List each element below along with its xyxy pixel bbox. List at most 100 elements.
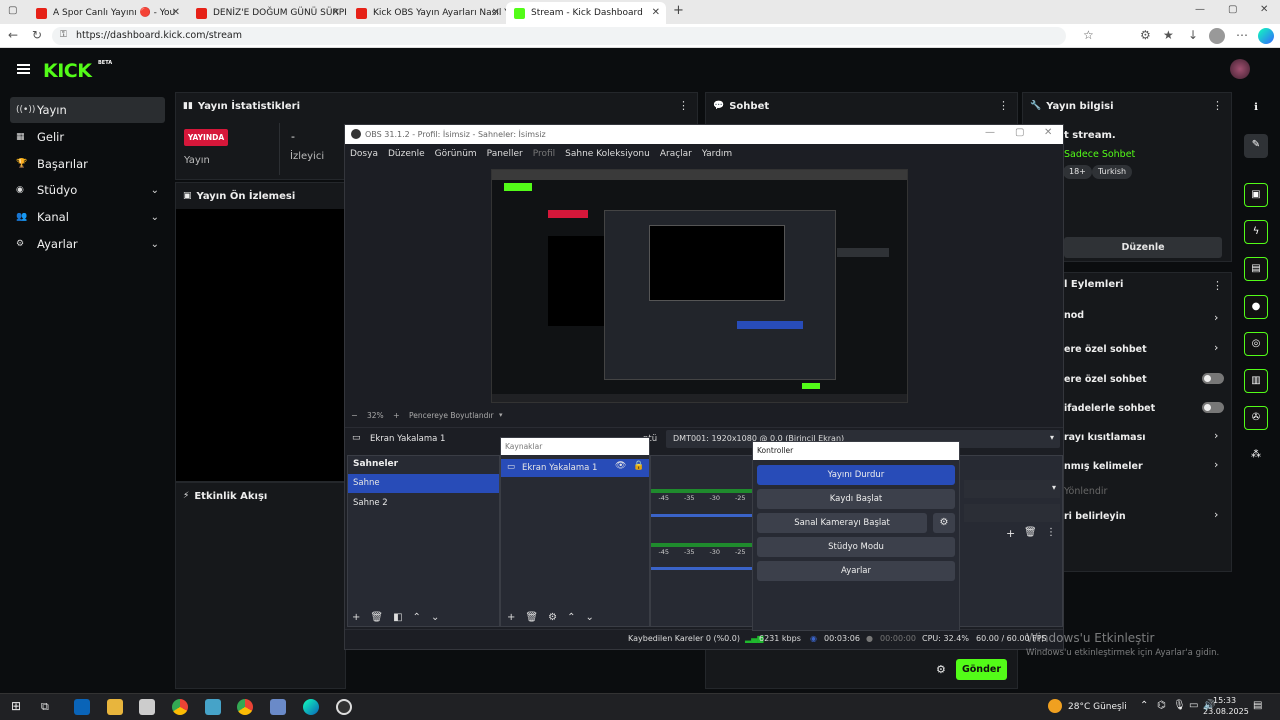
kick-logo[interactable]: KICK bbox=[43, 60, 92, 82]
start-recording-button[interactable]: Kaydı Başlat bbox=[757, 489, 955, 509]
action-label[interactable]: ri belirleyin bbox=[1064, 511, 1126, 522]
favorite-icon[interactable]: ☆ bbox=[1083, 28, 1094, 42]
gear-icon[interactable]: ⚙ bbox=[933, 513, 955, 533]
menu-sahne-koleksiyonu[interactable]: Sahne Koleksiyonu bbox=[565, 149, 650, 159]
nav-item-studyo[interactable]: ◉ Stüdyo ⌄ bbox=[10, 177, 165, 203]
volume-slider[interactable] bbox=[651, 567, 753, 570]
duration-input[interactable] bbox=[964, 504, 1060, 522]
action-label[interactable]: nod bbox=[1064, 310, 1084, 321]
minimize-icon[interactable]: — bbox=[1195, 4, 1205, 15]
chevron-right-icon[interactable]: › bbox=[1214, 341, 1218, 354]
trash-icon[interactable]: 🗑 bbox=[1024, 527, 1037, 538]
chevron-right-icon[interactable]: › bbox=[1214, 429, 1218, 442]
arrow-up-icon[interactable]: ⌃ bbox=[413, 612, 421, 623]
network-icon[interactable]: ⌬ bbox=[1157, 700, 1166, 711]
chrome-icon[interactable] bbox=[172, 699, 188, 715]
close-icon[interactable]: ✕ bbox=[1044, 127, 1052, 138]
broadcast-icon[interactable]: ◎ bbox=[1244, 332, 1268, 356]
scene-item-active[interactable]: Sahne bbox=[348, 474, 499, 493]
close-icon[interactable]: ✕ bbox=[492, 7, 500, 18]
menu-icon[interactable] bbox=[17, 64, 30, 74]
more-vertical-icon[interactable]: ⋮ bbox=[998, 99, 1009, 112]
action-label[interactable]: rayı kısıtlaması bbox=[1064, 432, 1145, 443]
more-vertical-icon[interactable]: ⋮ bbox=[678, 99, 689, 112]
close-icon[interactable]: ✕ bbox=[332, 7, 340, 18]
chevron-down-icon[interactable]: ▾ bbox=[499, 411, 503, 419]
favorites-bar-icon[interactable]: ★ bbox=[1163, 28, 1174, 42]
send-button[interactable]: Gönder bbox=[956, 659, 1007, 680]
file-explorer-icon[interactable] bbox=[107, 699, 123, 715]
bolt-icon[interactable]: ϟ bbox=[1244, 220, 1268, 244]
store-icon[interactable] bbox=[139, 699, 155, 715]
new-tab-icon[interactable]: + bbox=[673, 3, 684, 18]
eye-icon[interactable]: 👁 bbox=[615, 461, 626, 471]
chrome-icon[interactable] bbox=[237, 699, 253, 715]
menu-profil[interactable]: Profil bbox=[533, 149, 555, 159]
start-icon[interactable]: ⊞ bbox=[11, 699, 21, 713]
lock-icon[interactable]: 🔒 bbox=[633, 461, 644, 471]
fit-to-window[interactable]: Pencereye Boyutlandır bbox=[409, 411, 494, 420]
chat-settings-icon[interactable]: ⚙ bbox=[936, 663, 946, 676]
edit-button[interactable]: Düzenle bbox=[1064, 237, 1222, 258]
chevron-right-icon[interactable]: › bbox=[1214, 311, 1218, 324]
nav-item-gelir[interactable]: ▦ Gelir bbox=[10, 124, 165, 150]
stop-streaming-button[interactable]: Yayını Durdur bbox=[757, 465, 955, 485]
tab-4-active[interactable]: Stream - Kick Dashboard ✕ bbox=[506, 2, 666, 24]
menu-yardim[interactable]: Yardım bbox=[702, 149, 732, 159]
zoom-out-icon[interactable]: − bbox=[351, 411, 358, 420]
chevron-right-icon[interactable]: › bbox=[1214, 508, 1218, 521]
avatar[interactable] bbox=[1230, 59, 1250, 79]
menu-paneller[interactable]: Paneller bbox=[487, 149, 523, 159]
obs-preview-canvas[interactable] bbox=[491, 169, 908, 403]
more-vertical-icon[interactable]: ⋮ bbox=[1046, 527, 1056, 538]
more-icon[interactable]: ⋯ bbox=[1236, 28, 1248, 42]
transition-select[interactable]: ▾ bbox=[964, 480, 1060, 498]
gear-icon[interactable]: ⚙ bbox=[548, 612, 557, 623]
back-icon[interactable]: ← bbox=[8, 28, 18, 42]
add-icon[interactable]: + bbox=[1006, 527, 1015, 540]
action-label[interactable]: ere özel sohbet bbox=[1064, 344, 1147, 355]
downloads-icon[interactable]: ↓ bbox=[1188, 28, 1198, 42]
maximize-icon[interactable]: ▢ bbox=[1228, 4, 1237, 15]
nav-item-ayarlar[interactable]: ⚙ Ayarlar ⌄ bbox=[10, 231, 165, 257]
tab-1[interactable]: A Spor Canlı Yayını 🔴 - You ✕ bbox=[28, 2, 186, 24]
clock-time[interactable]: 15:33 bbox=[1213, 696, 1236, 705]
chevron-up-icon[interactable]: ⌃ bbox=[1140, 700, 1148, 711]
toggle-switch[interactable] bbox=[1202, 402, 1224, 413]
more-vertical-icon[interactable]: ⋮ bbox=[1212, 99, 1223, 112]
extensions-icon[interactable]: ⚙ bbox=[1140, 28, 1151, 42]
toggle-switch[interactable] bbox=[1202, 373, 1224, 384]
obs-icon[interactable] bbox=[336, 699, 352, 715]
arrow-down-icon[interactable]: ⌄ bbox=[585, 612, 593, 623]
outlook-icon[interactable] bbox=[74, 699, 90, 715]
apps-icon[interactable]: ⁂ bbox=[1244, 444, 1268, 468]
nav-item-kanal[interactable]: 👥 Kanal ⌄ bbox=[10, 204, 165, 230]
weather-text[interactable]: 28°C Güneşli bbox=[1068, 702, 1127, 712]
arrow-up-icon[interactable]: ⌃ bbox=[567, 612, 575, 623]
tab-actions-icon[interactable]: ▢ bbox=[8, 5, 17, 16]
scene-item[interactable]: Sahne 2 bbox=[348, 494, 499, 513]
arrow-down-icon[interactable]: ⌄ bbox=[431, 612, 439, 623]
preview-video[interactable] bbox=[176, 209, 345, 481]
trash-icon[interactable]: 🗑 bbox=[525, 612, 538, 623]
maximize-icon[interactable]: ▢ bbox=[1015, 127, 1024, 138]
add-icon[interactable]: + bbox=[352, 612, 360, 623]
document-icon[interactable]: ▤ bbox=[1244, 257, 1268, 281]
notification-icon[interactable]: ▤ bbox=[1253, 700, 1262, 711]
minimize-icon[interactable]: — bbox=[985, 127, 995, 138]
display-icon[interactable]: ▭ bbox=[1189, 700, 1198, 711]
filter-icon[interactable]: ◧ bbox=[393, 612, 402, 623]
studio-mode-button[interactable]: Stüdyo Modu bbox=[757, 537, 955, 557]
chevron-right-icon[interactable]: › bbox=[1214, 458, 1218, 471]
nav-item-basarilar[interactable]: 🏆 Başarılar bbox=[10, 151, 165, 177]
nav-item-yayin[interactable]: ((•)) Yayın bbox=[10, 97, 165, 123]
site-info-icon[interactable]: ⚿ bbox=[60, 30, 67, 40]
tab-3[interactable]: Kick OBS Yayın Ayarları Nasıl Yapı ✕ bbox=[348, 2, 506, 24]
menu-duzenle[interactable]: Düzenle bbox=[388, 149, 425, 159]
zoom-in-icon[interactable]: + bbox=[393, 411, 400, 420]
tab-2[interactable]: DENİZ'E DOĞUM GÜNÜ SÜRPRİZİ ✕ bbox=[188, 2, 346, 24]
refresh-icon[interactable]: ↻ bbox=[32, 28, 42, 42]
add-icon[interactable]: + bbox=[507, 612, 515, 623]
pencil-icon[interactable]: ✎ bbox=[1244, 134, 1268, 158]
menu-gorunum[interactable]: Görünüm bbox=[435, 149, 477, 159]
